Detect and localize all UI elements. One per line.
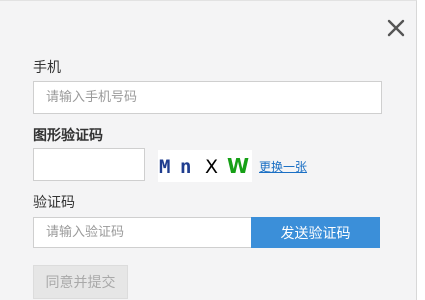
send-code-button[interactable]: 发送验证码 [251,217,380,248]
sms-code-label: 验证码 [33,195,75,211]
phone-input[interactable] [33,81,382,114]
captcha-char: n [180,156,191,178]
verification-dialog: 手机 图形验证码 M n X W 更换一张 验证码 发送验证码 同意并提交 [0,0,417,300]
sms-code-input[interactable] [33,217,252,248]
captcha-char: W [227,154,249,178]
agree-submit-button[interactable]: 同意并提交 [33,265,128,299]
phone-label: 手机 [33,60,61,76]
image-captcha-label: 图形验证码 [33,128,103,144]
captcha-image: M n X W [158,150,252,182]
captcha-char: X [205,156,218,178]
image-captcha-input[interactable] [33,148,145,181]
refresh-captcha-link[interactable]: 更换一张 [259,158,307,175]
close-icon[interactable] [386,18,406,38]
captcha-char: M [159,156,170,178]
